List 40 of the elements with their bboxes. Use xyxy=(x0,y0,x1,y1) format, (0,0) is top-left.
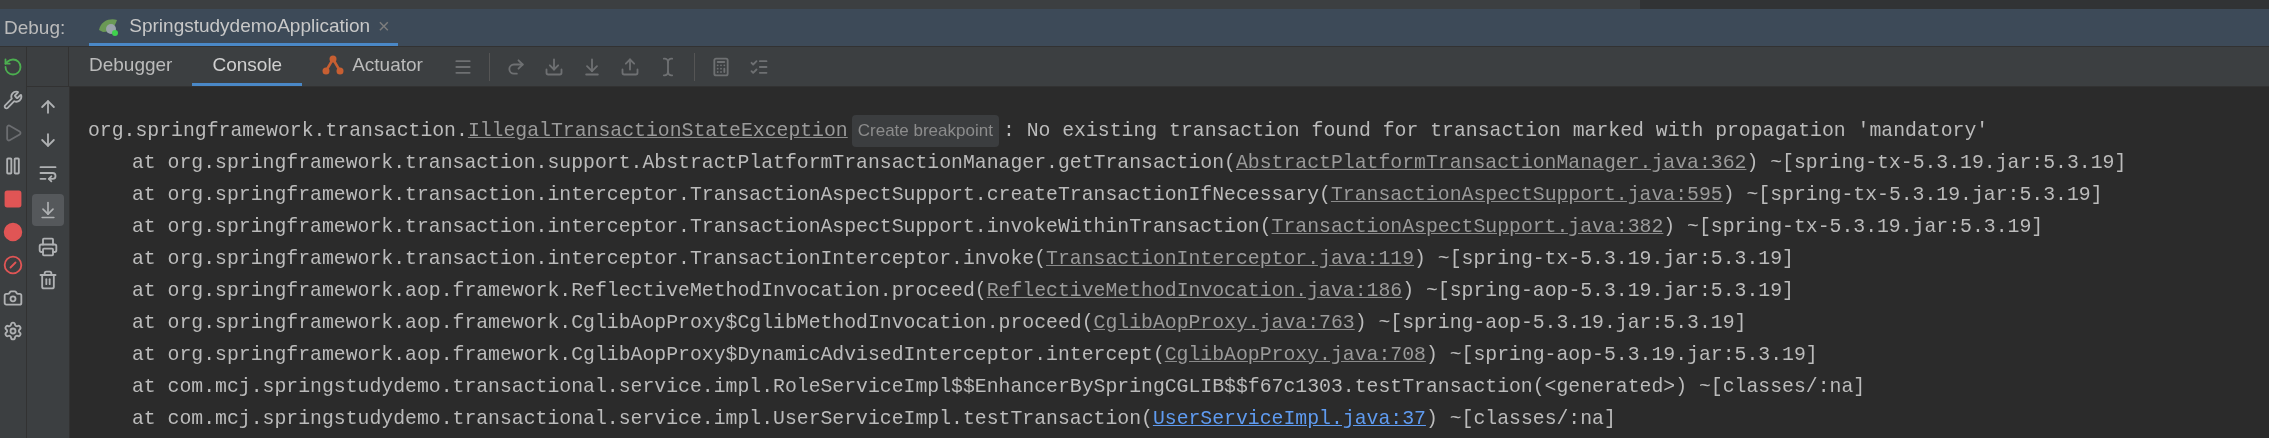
console-text: at com.mcj.springstudydemo.transactional.service.impl.RoleServiceImpl$$EnhancerBySpringCGLIB$$f67c1303.testTransaction(<generated>) ~[classes/:na] xyxy=(132,375,1866,400)
wrench-icon[interactable] xyxy=(1,88,25,112)
tab[interactable]: Actuator xyxy=(302,47,443,86)
source-link[interactable]: CglibAopProxy.java:708 xyxy=(1164,339,1426,371)
console-text: ) ~[spring-tx-5.3.19.jar:5.3.19] xyxy=(1414,247,1794,272)
console-text: at org.springframework.transaction.interceptor.TransactionAspectSupport.createTransactionIfNecessary( xyxy=(132,183,1331,208)
source-link[interactable]: TransactionInterceptor.java:119 xyxy=(1046,243,1415,275)
console-text: at com.mcj.springstudydemo.transactional.service.impl.UserServiceImpl.testTransaction( xyxy=(132,407,1153,432)
tab[interactable]: Debugger xyxy=(69,47,193,86)
source-link[interactable]: CglibAopProxy.java:763 xyxy=(1093,307,1355,339)
console-text: org.springframework.transaction. xyxy=(88,119,468,144)
console-text: ) ~[spring-tx-5.3.19.jar:5.3.19] xyxy=(1746,151,2127,176)
source-link[interactable]: TransactionAspectSupport.java:382 xyxy=(1271,211,1664,243)
console-text: at org.springframework.aop.framework.CglibAopProxy$DynamicAdvisedInterceptor.intercept( xyxy=(132,343,1165,368)
console-text: : No existing transaction found for transaction marked with propagation 'mandatory' xyxy=(1002,119,1989,144)
console-text: ) ~[classes/:na] xyxy=(1425,407,1616,432)
breakpoints-icon[interactable] xyxy=(1,220,25,244)
scroll-to-end-icon[interactable] xyxy=(32,194,64,226)
mute-breakpoints-icon[interactable] xyxy=(1,253,25,277)
console-text: at org.springframework.transaction.interceptor.TransactionInterceptor.invoke( xyxy=(132,247,1047,272)
source-link[interactable]: UserServiceImpl.java:37 xyxy=(1152,403,1426,435)
console-text: at org.springframework.transaction.support.AbstractPlatformTransactionManager.getTransaction( xyxy=(132,151,1236,176)
source-link[interactable]: TransactionAspectSupport.java:595 xyxy=(1330,179,1723,211)
console-text: ) ~[spring-tx-5.3.19.jar:5.3.19] xyxy=(1722,183,2103,208)
session-title: SpringstudydemoApplication xyxy=(129,13,371,38)
source-link[interactable]: IllegalTransactionStateException xyxy=(467,115,848,147)
source-link[interactable]: AbstractPlatformTransactionManager.java:362 xyxy=(1236,147,1747,179)
network-icon xyxy=(322,54,345,76)
console-text: ) ~[spring-aop-5.3.19.jar:5.3.19] xyxy=(1354,311,1747,336)
debug-label: Debug: xyxy=(3,15,67,40)
tab[interactable]: Console xyxy=(192,47,303,86)
print-icon[interactable] xyxy=(36,235,60,259)
console-text: ) ~[spring-aop-5.3.19.jar:5.3.19] xyxy=(1402,279,1794,304)
console-text: at org.springframework.aop.framework.ReflectiveMethodInvocation.proceed( xyxy=(132,279,987,304)
create-breakpoint-hint[interactable]: Create breakpoint xyxy=(851,115,999,147)
console-text: ) ~[spring-tx-5.3.19.jar:5.3.19] xyxy=(1663,215,2044,240)
console-text: at org.springframework.aop.framework.CglibAopProxy$CglibMethodInvocation.proceed( xyxy=(132,311,1094,336)
console-text: at org.springframework.transaction.interceptor.TransactionAspectSupport.invokeWithinTransaction( xyxy=(132,215,1272,240)
console-text: ) ~[spring-aop-5.3.19.jar:5.3.19] xyxy=(1425,343,1818,368)
source-link[interactable]: ReflectiveMethodInvocation.java:186 xyxy=(986,275,1403,307)
